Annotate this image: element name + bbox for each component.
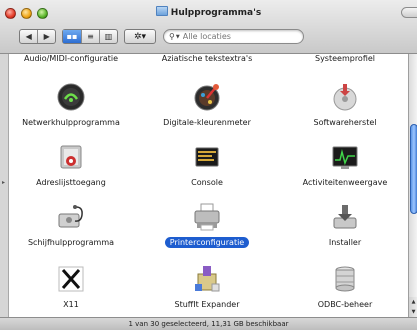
item-label: Schijfhulpprogramma xyxy=(27,238,115,247)
item-label: Systeemprofiel xyxy=(314,54,376,63)
forward-button[interactable]: ▶ xyxy=(37,30,55,43)
item-directory-access[interactable]: Adreslijsttoegang xyxy=(9,142,133,188)
search-input[interactable] xyxy=(182,32,293,41)
navigation-buttons: ◀ ▶ xyxy=(19,29,56,44)
item-label: Digitale-kleurenmeter xyxy=(163,118,251,127)
odbc-icon xyxy=(330,264,360,294)
folder-icon xyxy=(155,6,168,16)
directory-access-icon xyxy=(56,142,86,172)
list-view-button[interactable]: ≡ xyxy=(80,30,99,43)
scroll-up-icon[interactable]: ▲ xyxy=(412,299,416,305)
installer-icon xyxy=(330,202,360,232)
icon-view-button[interactable]: ▪▪ xyxy=(63,30,81,43)
scroll-arrows[interactable]: ▲ ▼ xyxy=(409,297,417,317)
item-odbc-admin[interactable]: ODBC-beheer xyxy=(283,264,407,310)
item-disk-utility[interactable]: Schijfhulpprogramma xyxy=(9,202,133,248)
item-label: Audio/MIDI-configuratie xyxy=(23,54,119,63)
chevron-down-icon: ▼ xyxy=(175,33,180,40)
splitter-handle-icon: ▸ xyxy=(2,179,6,186)
software-restore-icon xyxy=(330,82,360,112)
item-network-utility[interactable]: Netwerkhulpprogramma xyxy=(9,82,133,128)
item-digital-color-meter[interactable]: Digitale-kleurenmeter xyxy=(145,82,269,128)
item-label: Netwerkhulpprogramma xyxy=(22,118,120,127)
item-software-restore[interactable]: Softwareherstel xyxy=(283,82,407,128)
item-console[interactable]: Console xyxy=(145,142,269,188)
window-title: Hulpprogramma's xyxy=(0,6,417,18)
item-label: StuffIt Expander xyxy=(174,300,240,309)
item-printer-setup[interactable]: Printerconfiguratie xyxy=(145,202,269,248)
search-field[interactable]: ⚲ ▼ xyxy=(163,29,304,44)
search-icon: ⚲ xyxy=(169,32,175,41)
item-label-selected: Printerconfiguratie xyxy=(164,237,250,248)
colorimeter-icon xyxy=(192,82,222,112)
disk-utility-icon xyxy=(56,202,86,232)
item-asian-text[interactable]: Aziatische tekstextra's xyxy=(145,54,269,64)
network-utility-icon xyxy=(56,82,86,112)
column-view-button[interactable]: ▥ xyxy=(99,30,117,43)
view-mode-buttons: ▪▪ ≡ ▥ xyxy=(62,29,118,44)
scroll-down-icon[interactable]: ▼ xyxy=(412,309,416,315)
icon-view: Audio/MIDI-configuratie Aziatische tekst… xyxy=(9,54,408,317)
item-x11[interactable]: X11 xyxy=(9,264,133,310)
item-activity-monitor[interactable]: Activiteitenweergave xyxy=(283,142,407,188)
printer-icon xyxy=(192,202,222,232)
sidebar-splitter[interactable]: ▸ xyxy=(0,54,9,317)
stuffit-icon xyxy=(192,264,222,294)
item-audio-midi[interactable]: Audio/MIDI-configuratie xyxy=(9,54,133,64)
x11-icon xyxy=(56,264,86,294)
item-system-profiler[interactable]: Systeemprofiel xyxy=(283,54,407,64)
item-installer[interactable]: Installer xyxy=(283,202,407,248)
finder-window: Hulpprogramma's ◀ ▶ ▪▪ ≡ ▥ ✲▾ ⚲ ▼ ▸ Audi… xyxy=(0,0,417,330)
item-label: ODBC-beheer xyxy=(317,300,373,309)
item-stuffit-expander[interactable]: StuffIt Expander xyxy=(145,264,269,310)
scrollbar-thumb[interactable] xyxy=(410,124,417,214)
item-label: Activiteitenweergave xyxy=(302,178,388,187)
item-label: Softwareherstel xyxy=(313,118,377,127)
item-label: X11 xyxy=(63,300,79,309)
status-bar: 1 van 30 geselecteerd, 11,31 GB beschikb… xyxy=(0,317,417,330)
back-button[interactable]: ◀ xyxy=(20,30,37,43)
console-icon xyxy=(192,142,222,172)
vertical-scrollbar[interactable]: ▲ ▼ xyxy=(408,54,417,317)
item-label: Adreslijsttoegang xyxy=(36,178,106,187)
action-menu-button[interactable]: ✲▾ xyxy=(124,29,156,44)
window-chrome: Hulpprogramma's ◀ ▶ ▪▪ ≡ ▥ ✲▾ ⚲ ▼ xyxy=(0,0,417,54)
activity-monitor-icon xyxy=(330,142,360,172)
status-text: 1 van 30 geselecteerd, 11,31 GB beschikb… xyxy=(128,320,289,328)
item-label: Console xyxy=(191,178,223,187)
window-title-text: Hulpprogramma's xyxy=(170,8,262,18)
item-label: Installer xyxy=(328,238,362,247)
item-label: Aziatische tekstextra's xyxy=(161,54,253,63)
toolbar-toggle-button[interactable] xyxy=(401,7,417,18)
